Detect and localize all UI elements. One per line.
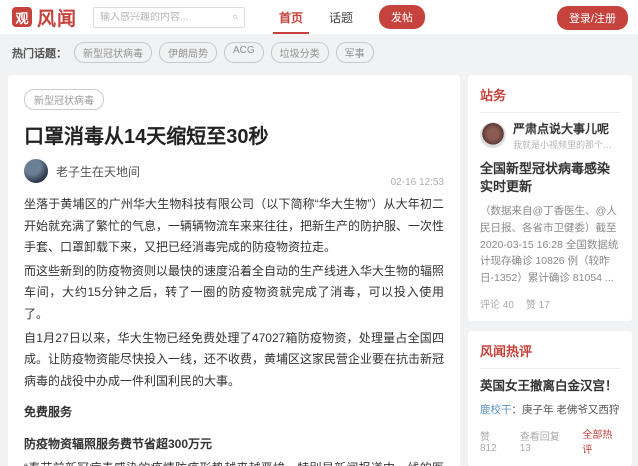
hot-comment-likes[interactable]: 赞 812 [480,428,508,454]
top-navbar: 观 风闻 ⌕ 首页 话题 发帖 登录/注册 [0,0,638,34]
hot-comment-post-title[interactable]: 英国女王撤离白金汉宫！ [480,378,620,396]
article-card: 新型冠状病毒 口罩消毒从14天缩短至30秒 老子生在天地间 02-16 12:5… [8,75,460,466]
article-paragraph: “春节前新冠病毒感染的疫情防疫形势越来越严峻，特别是新闻报道中一线的医生、护士防… [24,458,444,466]
article-paragraph: 自1月27日以来，华大生物已经免费处理了47027箱防疫物资，处理量占全国四成。… [24,328,444,393]
tab-topics[interactable]: 话题 [329,0,353,34]
login-register-button[interactable]: 登录/注册 [557,6,628,30]
topic-pill[interactable]: 新型冠状病毒 [74,42,152,63]
station-account[interactable]: 严肃点说大事儿呢 我就是小视频里的那个周十七 [480,122,620,151]
all-hot-comments-link[interactable]: 全部热评 [582,426,620,456]
hot-comment-replies[interactable]: 查看回复 13 [520,428,571,454]
hot-comment[interactable]: 鹿校干：庚子年 老佛爷又西狩 [480,402,620,417]
article-topic-tag[interactable]: 新型冠状病毒 [24,89,104,110]
article-title: 口罩消毒从14天缩短至30秒 [24,120,444,149]
author-name[interactable]: 老子生在天地间 [56,163,140,180]
likes-count[interactable]: 赞 17 [526,296,550,311]
search-box[interactable]: ⌕ [93,7,245,28]
article-paragraph: 免费服务 [24,402,444,424]
station-header: 站务 [480,85,620,113]
hot-comment-text: ：庚子年 老佛爷又西狩 [512,404,620,416]
station-card: 站务 严肃点说大事儿呢 我就是小视频里的那个周十七 全国新型冠状病毒感染实时更新… [468,75,632,321]
author-avatar[interactable] [24,159,48,183]
search-icon[interactable]: ⌕ [232,12,238,23]
nav-tabs: 首页 话题 [279,0,353,34]
hot-topics-label: 热门话题： [12,45,67,61]
sidebar: 站务 严肃点说大事儿呢 我就是小视频里的那个周十七 全国新型冠状病毒感染实时更新… [468,75,632,466]
station-post-excerpt[interactable]: （数据来自@丁香医生、@人民日报、各省市卫健委）截至 2020-03-15 16… [480,203,620,287]
guan-logo-icon: 观 [12,7,32,27]
article-body: 坐落于黄埔区的广州华大生物科技有限公司（以下简称“华大生物”）从大年初二开始就充… [24,194,444,466]
comments-count[interactable]: 评论 40 [480,296,514,311]
hot-topics-bar: 热门话题： 新型冠状病毒伊朗局势 ACG 垃圾分类军事 [0,34,638,67]
new-post-button[interactable]: 发帖 [379,5,425,29]
station-post-meta: 评论 40 赞 17 [480,296,620,311]
article-paragraph: 坐落于黄埔区的广州华大生物科技有限公司（以下简称“华大生物”）从大年初二开始就充… [24,194,444,259]
hot-comments-card: 风闻热评 英国女王撤离白金汉宫！ 鹿校干：庚子年 老佛爷又西狩 赞 812 查看… [468,331,632,466]
station-avatar-icon [480,122,506,148]
topic-pill[interactable]: ACG [224,42,264,63]
topic-pill[interactable]: 垃圾分类 [271,42,329,63]
article-paragraph: 而这些新到的防疫物资则以最快的速度沿着全自动的生产线进入华大生物的辐照车间，大约… [24,261,444,326]
hot-topics-list: 新型冠状病毒伊朗局势 ACG 垃圾分类军事 [74,42,374,63]
station-account-name[interactable]: 严肃点说大事儿呢 [513,122,621,138]
hot-comment-meta: 赞 812 查看回复 13 全部热评 [480,426,620,456]
tab-home[interactable]: 首页 [279,0,303,34]
site-title: 风闻 [37,4,77,31]
hot-comments-header: 风闻热评 [480,341,620,369]
station-account-desc: 我就是小视频里的那个周十七 [513,138,621,151]
topic-pill[interactable]: 伊朗局势 [159,42,217,63]
article-paragraph: 防疫物资辐照服务费节省超300万元 [24,434,444,456]
search-input[interactable] [100,12,232,23]
hot-comment-author[interactable]: 鹿校干 [480,404,512,416]
site-logo[interactable]: 观 风闻 [12,4,77,31]
station-post-title[interactable]: 全国新型冠状病毒感染实时更新 [480,160,620,196]
topic-pill[interactable]: 军事 [336,42,374,63]
